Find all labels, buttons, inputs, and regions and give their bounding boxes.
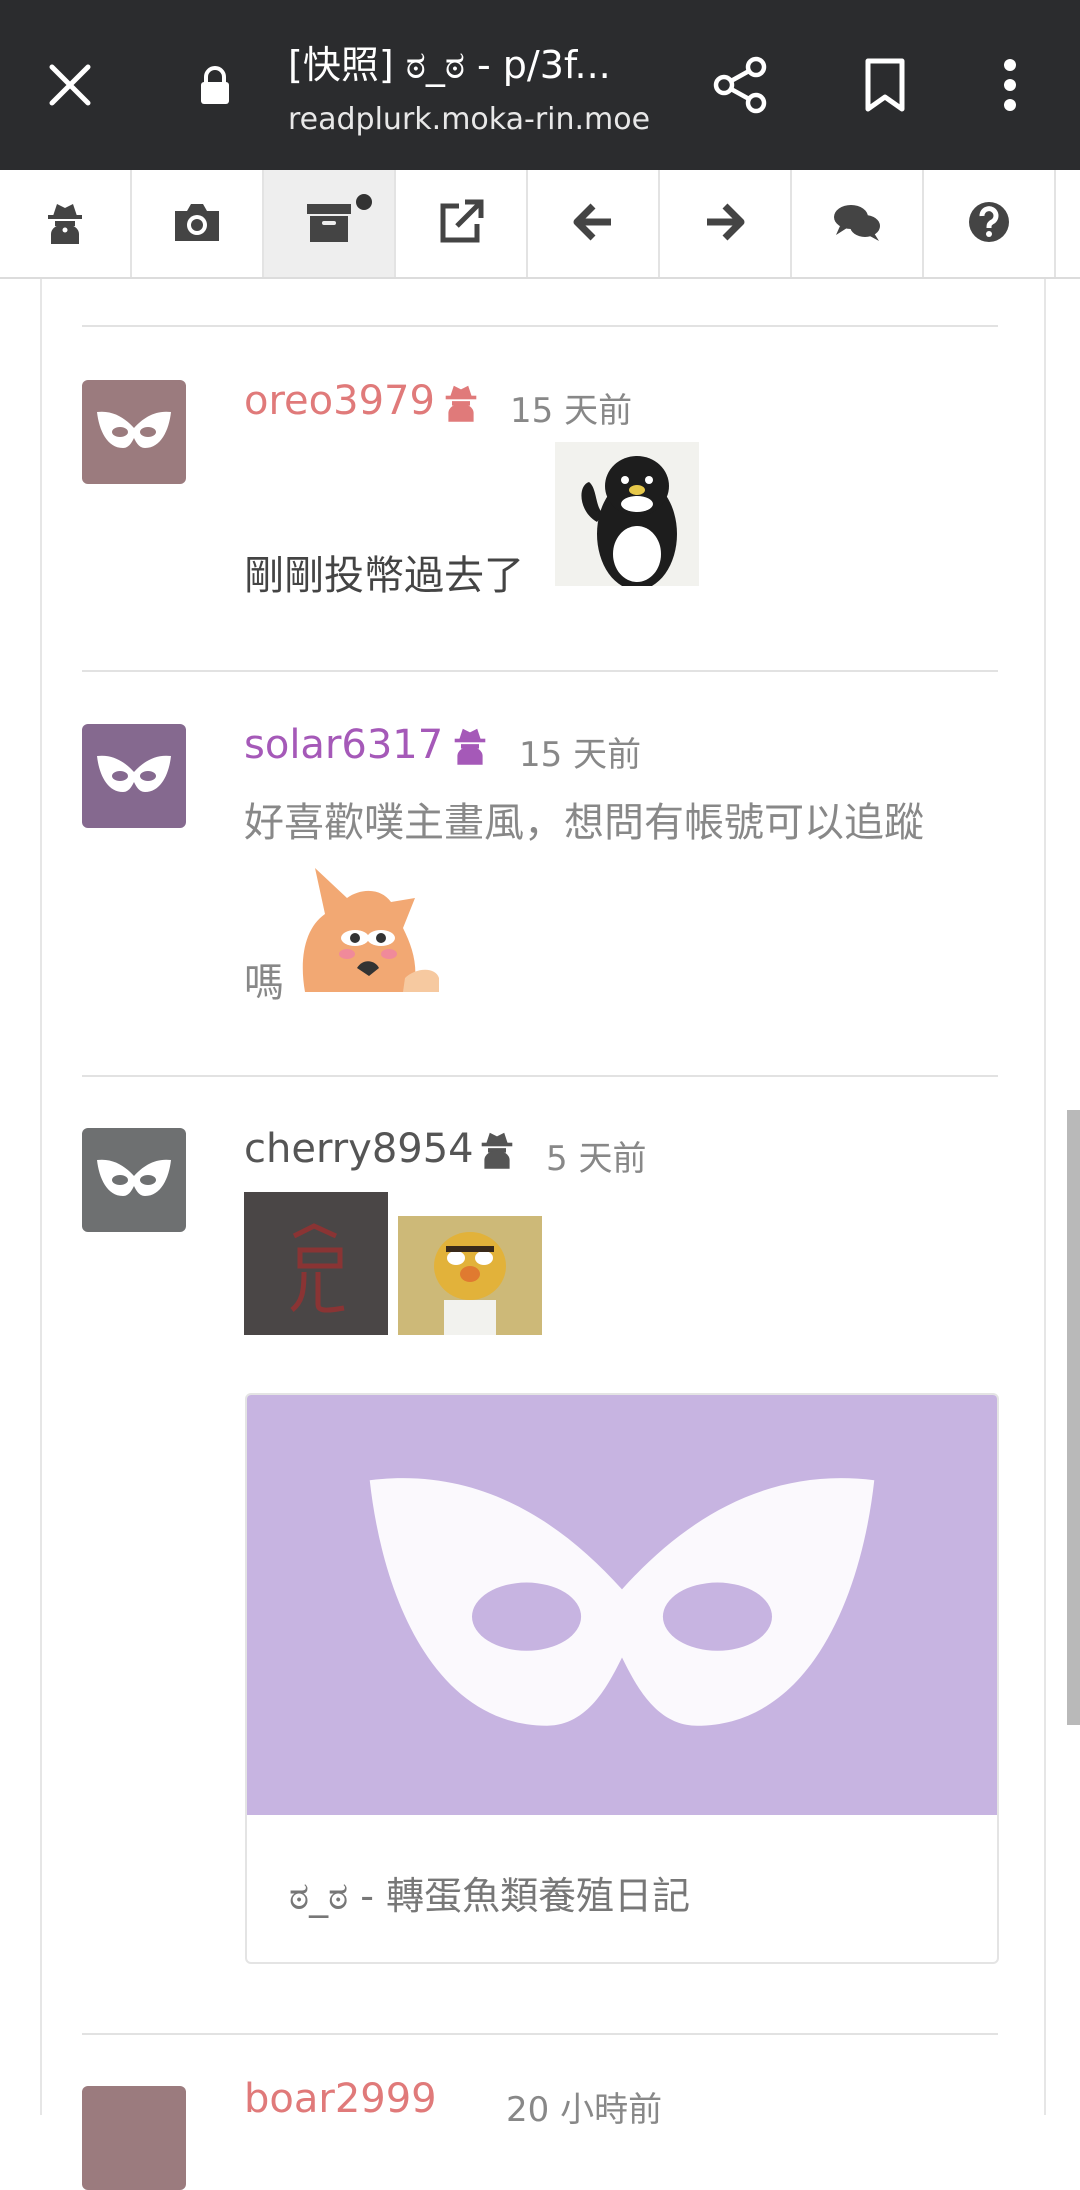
bookmark-icon[interactable] bbox=[845, 45, 925, 125]
page-title: [快照] ಠ_ಠ - p/3f... bbox=[288, 43, 611, 87]
response-text: 好喜歡噗主畫風，想問有帳號可以追蹤 bbox=[244, 800, 924, 846]
anonymous-icon bbox=[45, 200, 85, 248]
avatar[interactable] bbox=[82, 2086, 186, 2190]
avatar[interactable] bbox=[82, 380, 186, 484]
scrollbar[interactable] bbox=[1067, 1110, 1080, 1725]
help-button[interactable] bbox=[924, 170, 1056, 277]
response-text-continued: 嗎 bbox=[244, 960, 284, 1006]
username[interactable]: boar2999 bbox=[244, 2076, 437, 2122]
mask-icon bbox=[93, 752, 175, 800]
danger-image[interactable] bbox=[244, 1192, 388, 1335]
response-divider bbox=[82, 2033, 998, 2035]
external-link-icon bbox=[437, 198, 485, 250]
username[interactable]: solar6317 bbox=[244, 722, 443, 768]
notification-dot bbox=[356, 194, 372, 210]
close-icon[interactable] bbox=[30, 45, 110, 125]
back-button[interactable] bbox=[528, 170, 660, 277]
timestamp: 5 天前 bbox=[546, 1139, 647, 1179]
archive-button[interactable] bbox=[264, 170, 396, 277]
anonymous-icon bbox=[479, 1128, 515, 1174]
link-preview-card[interactable]: ಠ_ಠ - 轉蛋魚類養殖日記 bbox=[245, 1393, 999, 1964]
comments-icon bbox=[832, 202, 882, 246]
anonymous-icon bbox=[443, 381, 479, 427]
arrow-left-icon bbox=[571, 202, 615, 246]
fox-sticker[interactable] bbox=[295, 858, 441, 992]
timestamp: 20 小時前 bbox=[506, 2090, 663, 2130]
response-text: 剛剛投幣過去了 bbox=[244, 553, 524, 599]
response-divider bbox=[82, 325, 998, 327]
forward-button[interactable] bbox=[660, 170, 792, 277]
lock-icon bbox=[190, 58, 240, 114]
question-icon bbox=[967, 200, 1011, 248]
username[interactable]: oreo3979 bbox=[244, 378, 435, 424]
camera-icon bbox=[171, 201, 223, 247]
cartoon-character-image[interactable] bbox=[398, 1216, 542, 1335]
arrow-right-icon bbox=[703, 202, 747, 246]
anonymous-button[interactable] bbox=[0, 170, 132, 277]
timestamp: 15 天前 bbox=[519, 735, 642, 775]
browser-top-bar: [快照] ಠ_ಠ - p/3f... readplurk.moka-rin.mo… bbox=[0, 0, 1080, 170]
mask-icon bbox=[93, 1156, 175, 1204]
comments-button[interactable] bbox=[792, 170, 924, 277]
archive-icon bbox=[306, 201, 352, 247]
external-link-button[interactable] bbox=[396, 170, 528, 277]
plurk-toolbar bbox=[0, 170, 1080, 279]
share-icon[interactable] bbox=[700, 45, 780, 125]
mask-icon bbox=[93, 408, 175, 456]
link-preview-image bbox=[247, 1395, 997, 1815]
timestamp: 15 天前 bbox=[510, 391, 633, 431]
page-url[interactable]: readplurk.moka-rin.moe bbox=[288, 102, 650, 137]
avatar[interactable] bbox=[82, 1128, 186, 1232]
username[interactable]: cherry8954 bbox=[244, 1126, 474, 1172]
more-options-icon[interactable] bbox=[970, 45, 1050, 125]
avatar[interactable] bbox=[82, 724, 186, 828]
mask-icon bbox=[302, 1453, 942, 1757]
response-divider bbox=[82, 670, 998, 672]
response-divider bbox=[82, 1075, 998, 1077]
camera-button[interactable] bbox=[132, 170, 264, 277]
anonymous-icon bbox=[452, 724, 488, 770]
penguin-sticker[interactable] bbox=[555, 442, 699, 586]
link-preview-title: ಠ_ಠ - 轉蛋魚類養殖日記 bbox=[289, 1874, 691, 1918]
